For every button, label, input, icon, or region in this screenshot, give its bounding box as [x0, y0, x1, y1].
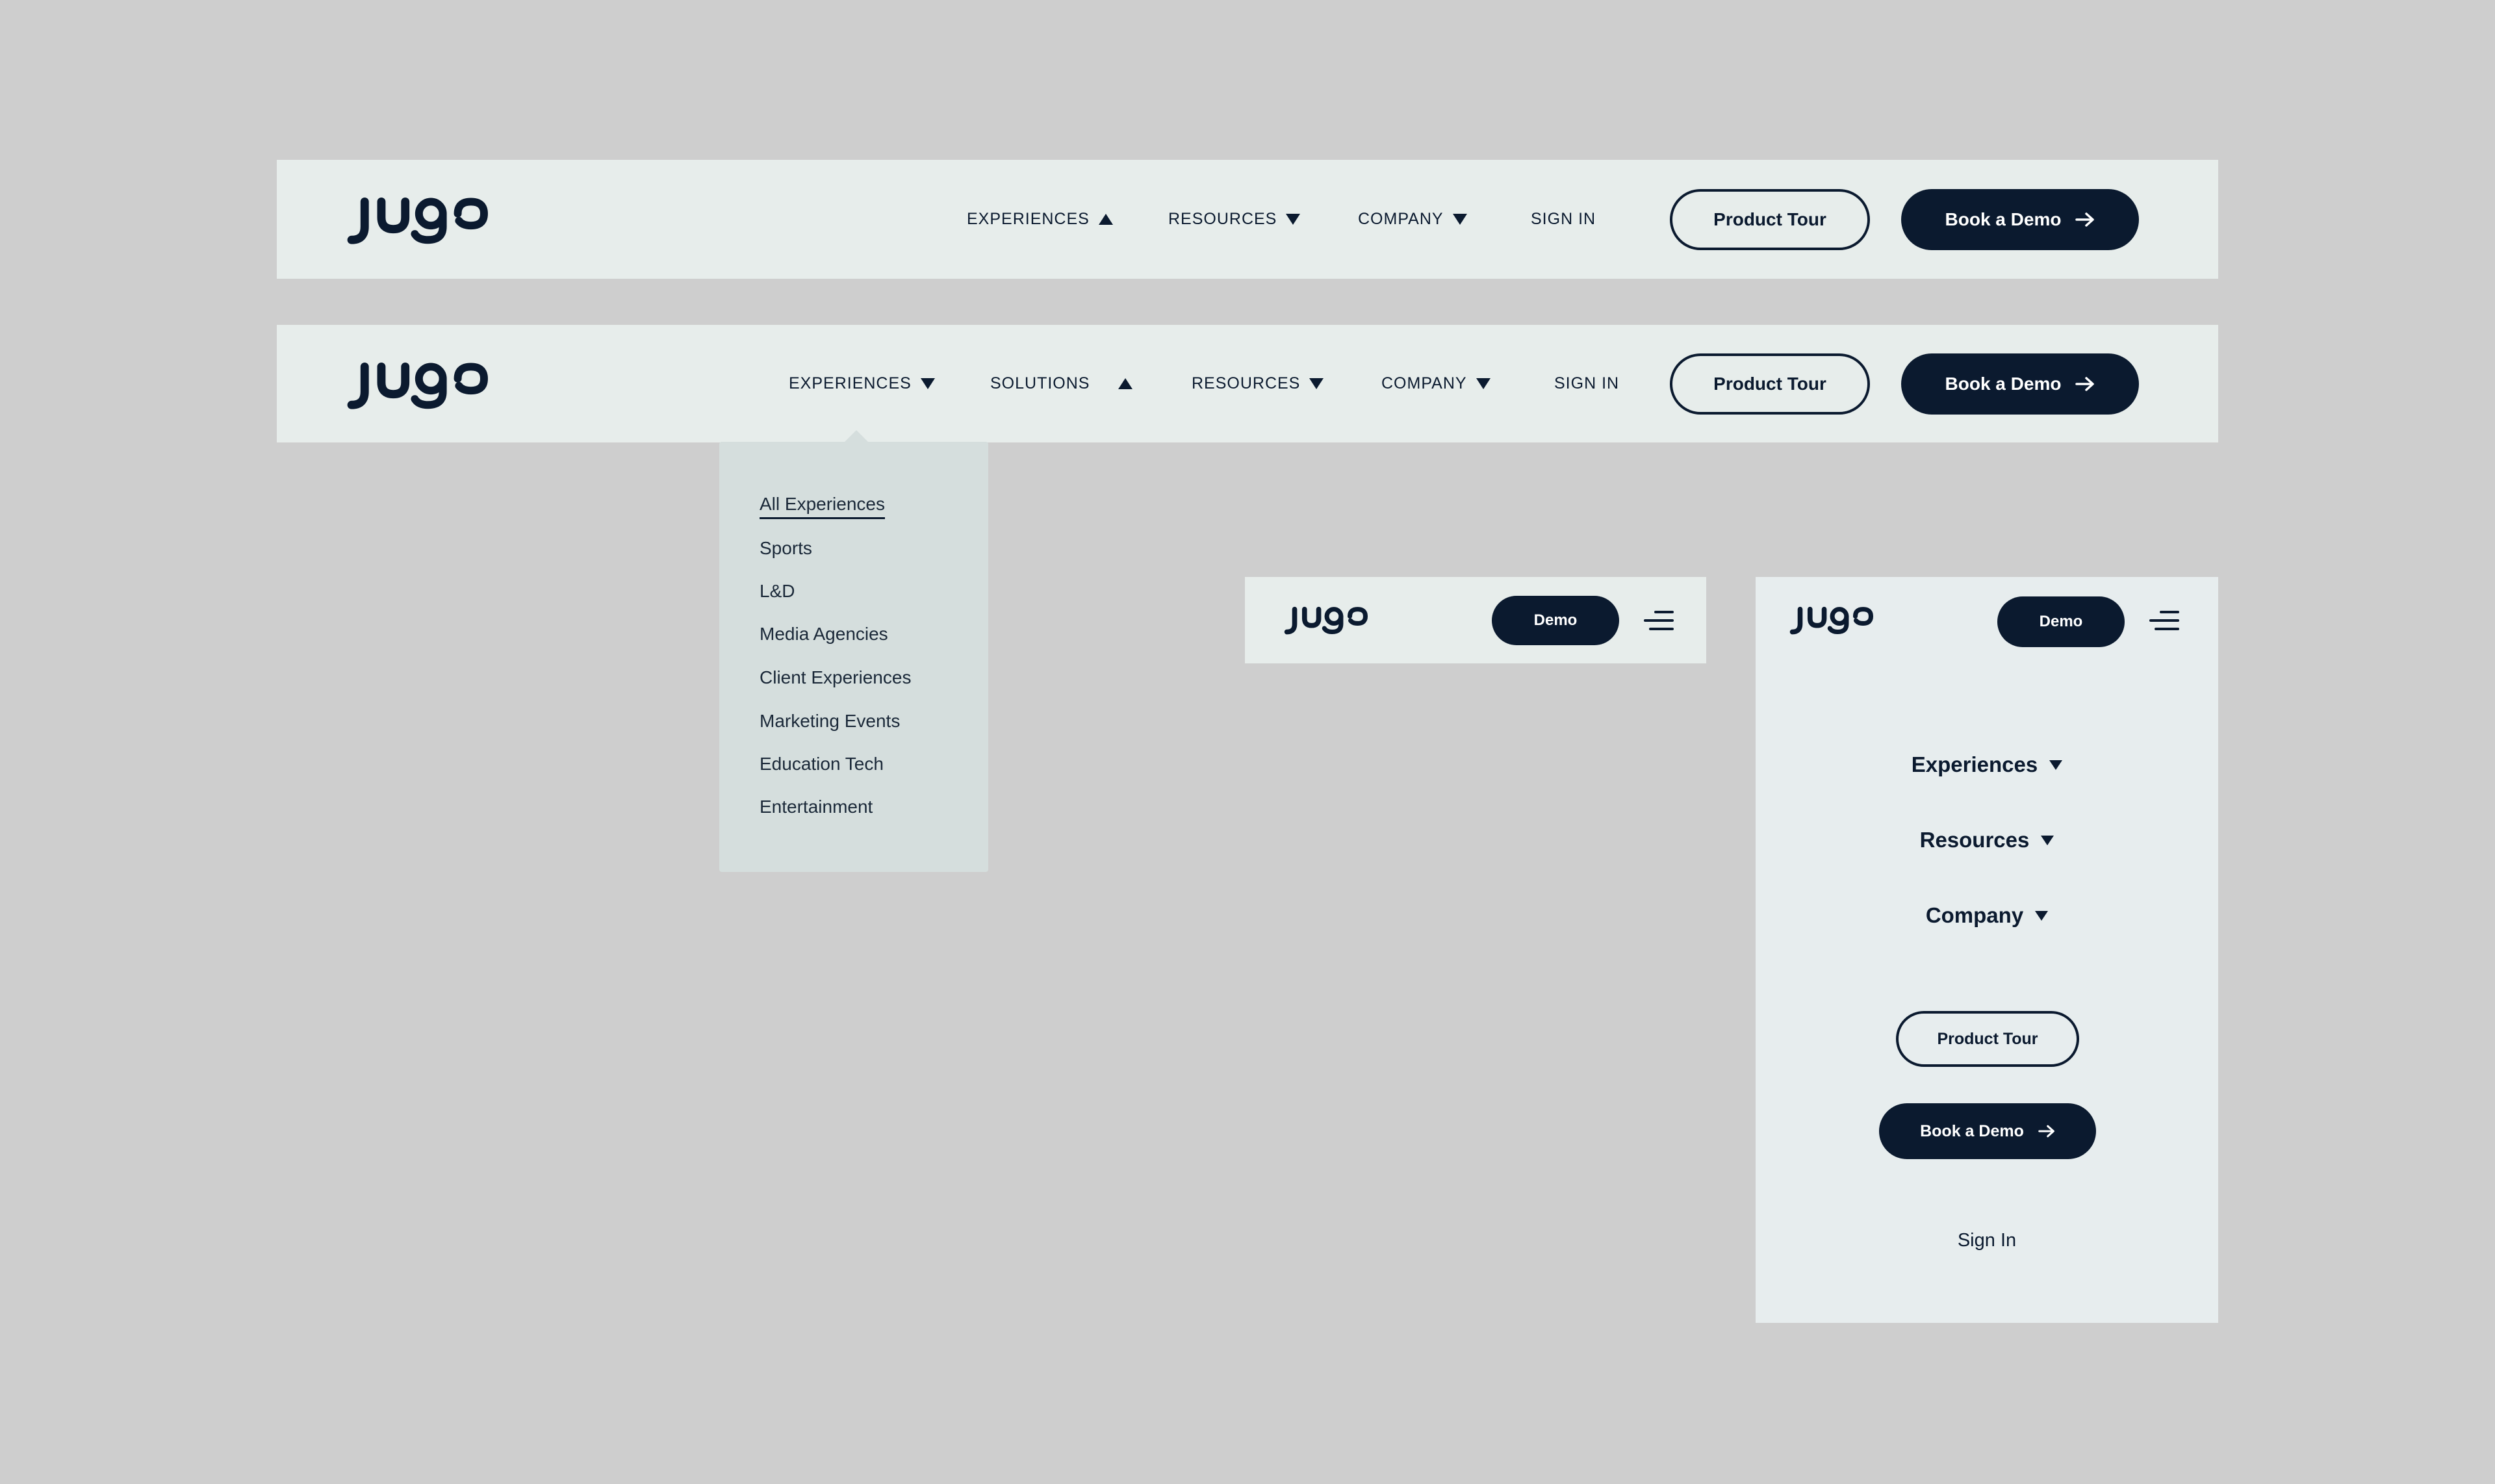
book-demo-button[interactable]: Book a Demo [1901, 189, 2139, 250]
nav-resources[interactable]: RESOURCES [1168, 160, 1301, 279]
dropdown-item-client-experiences[interactable]: Client Experiences [760, 667, 911, 688]
dropdown-pointer [845, 430, 868, 442]
caret-down-icon [1309, 378, 1324, 389]
product-tour-button[interactable]: Product Tour [1896, 1011, 2079, 1067]
nav-sign-in-label: SIGN IN [1554, 374, 1620, 392]
nav-resources-label: RESOURCES [1168, 210, 1277, 228]
product-tour-label: Product Tour [1937, 1029, 2038, 1048]
product-tour-button[interactable]: Product Tour [1670, 353, 1870, 415]
demo-button[interactable]: Demo [1492, 596, 1619, 645]
dropdown-item-media-agencies[interactable]: Media Agencies [760, 624, 888, 645]
nav-sign-in[interactable]: SIGN IN [1531, 160, 1596, 279]
demo-label: Demo [2039, 613, 2083, 630]
mobile-menu-panel: Demo Experiences Resources Company Produ… [1756, 577, 2218, 1323]
nav-experiences[interactable]: EXPERIENCES [967, 160, 1113, 279]
experiences-dropdown: All Experiences Sports L&D Media Agencie… [719, 442, 988, 872]
nav-resources[interactable]: RESOURCES [1192, 325, 1324, 442]
book-demo-label: Book a Demo [1945, 374, 2062, 394]
caret-down-icon [2041, 835, 2054, 845]
mobile-link-company[interactable]: Company [1756, 899, 2218, 932]
mobile-link-experiences-label: Experiences [1911, 752, 2038, 776]
caret-down-icon [1476, 378, 1491, 389]
mobile-link-resources[interactable]: Resources [1756, 824, 2218, 856]
product-tour-button[interactable]: Product Tour [1670, 189, 1870, 250]
demo-button[interactable]: Demo [1997, 596, 2125, 647]
nav-experiences-label: EXPERIENCES [789, 374, 912, 392]
caret-down-icon [2049, 760, 2063, 770]
caret-down-icon [920, 378, 935, 389]
caret-down-icon [2035, 910, 2049, 921]
desktop-header-b: EXPERIENCES SOLUTIONS RESOURCES COMPANY … [277, 325, 2218, 442]
book-demo-button[interactable]: Book a Demo [1901, 353, 2139, 415]
caret-up-icon [1118, 378, 1133, 389]
product-tour-label: Product Tour [1713, 374, 1826, 394]
arrow-right-icon [2075, 212, 2095, 227]
mobile-header: Demo [1245, 577, 1706, 663]
nav-company-label: COMPANY [1381, 374, 1467, 392]
dropdown-item-sports[interactable]: Sports [760, 538, 812, 559]
hamburger-menu-icon[interactable] [1644, 611, 1674, 630]
dropdown-item-education-tech[interactable]: Education Tech [760, 754, 884, 774]
nav-company[interactable]: COMPANY [1358, 160, 1467, 279]
arrow-right-icon [2075, 376, 2095, 392]
book-demo-label: Book a Demo [1945, 209, 2062, 229]
dropdown-item-all-experiences[interactable]: All Experiences [760, 494, 885, 519]
nav-solutions-label: SOLUTIONS [990, 374, 1090, 392]
demo-label: Demo [1533, 611, 1578, 629]
hamburger-menu-icon[interactable] [2149, 611, 2179, 630]
product-tour-label: Product Tour [1713, 209, 1826, 229]
book-demo-label: Book a Demo [1920, 1121, 2024, 1140]
arrow-right-icon [2038, 1124, 2055, 1138]
caret-down-icon [1286, 214, 1301, 225]
jugo-logo[interactable] [1283, 601, 1370, 639]
book-demo-button[interactable]: Book a Demo [1879, 1103, 2096, 1159]
desktop-header-a: EXPERIENCES RESOURCES COMPANY SIGN IN Pr… [277, 160, 2218, 279]
nav-solutions[interactable]: SOLUTIONS [990, 325, 1133, 442]
nav-resources-label: RESOURCES [1192, 374, 1301, 392]
nav-experiences-label: EXPERIENCES [967, 210, 1090, 228]
nav-company[interactable]: COMPANY [1381, 325, 1491, 442]
mobile-link-experiences[interactable]: Experiences [1756, 748, 2218, 781]
jugo-logo[interactable] [344, 353, 491, 416]
caret-up-icon [1098, 214, 1113, 225]
jugo-logo[interactable] [1788, 601, 1875, 639]
mobile-sign-in-link[interactable]: Sign In [1756, 1230, 2218, 1251]
nav-sign-in[interactable]: SIGN IN [1554, 325, 1619, 442]
nav-company-label: COMPANY [1358, 210, 1444, 228]
dropdown-item-l-and-d[interactable]: L&D [760, 581, 795, 602]
jugo-logo[interactable] [344, 188, 491, 251]
caret-down-icon [1452, 214, 1467, 225]
nav-sign-in-label: SIGN IN [1531, 210, 1596, 228]
mobile-link-company-label: Company [1925, 903, 2024, 927]
nav-experiences[interactable]: EXPERIENCES [789, 325, 935, 442]
dropdown-item-entertainment[interactable]: Entertainment [760, 797, 873, 817]
mobile-link-resources-label: Resources [1919, 828, 2030, 852]
dropdown-item-marketing-events[interactable]: Marketing Events [760, 711, 900, 732]
